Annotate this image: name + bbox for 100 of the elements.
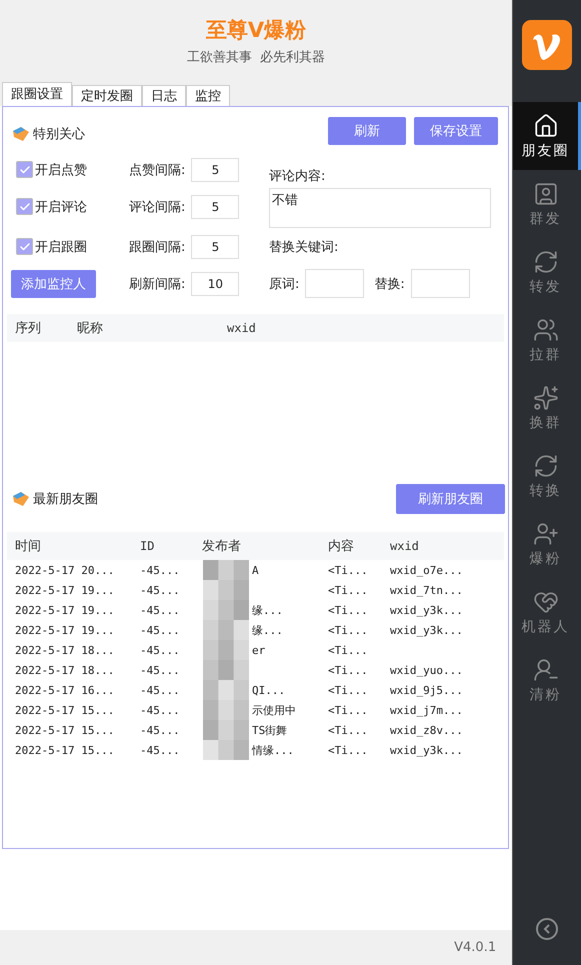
refresh-icon	[532, 452, 559, 478]
table-cell-text: <Ti...	[328, 604, 369, 616]
checkbox-label: 开启点赞	[35, 162, 87, 178]
interval-field[interactable]: 5	[191, 234, 240, 258]
user-minus-icon	[532, 656, 559, 682]
column-header: 内容	[328, 538, 355, 555]
table-cell-text: wxid_yuo...	[390, 664, 464, 676]
table-cell-text: -45...	[140, 564, 181, 576]
table-cell-text: 2022-5-17 18...	[15, 644, 116, 656]
table-cell-text: <Ti...	[328, 644, 369, 656]
nav-item[interactable]: 清粉	[513, 646, 581, 714]
comment-label: 评论内容:	[269, 168, 326, 185]
home-icon	[532, 112, 559, 138]
check-icon	[18, 240, 30, 252]
table-cell-text: 缘...	[251, 602, 284, 618]
comment-field[interactable]: 不错	[269, 188, 491, 228]
table-cell-text: <Ti...	[328, 564, 369, 576]
original-word-field[interactable]	[305, 269, 364, 298]
refresh-moments-button[interactable]: 刷新朋友圈	[396, 484, 506, 514]
nav-item[interactable]: 爆粉	[513, 510, 581, 578]
tab[interactable]: 跟圈设置	[2, 82, 72, 106]
app-logo	[522, 20, 572, 70]
column-header: ID	[140, 539, 156, 553]
table-cell-text: 2022-5-17 18...	[15, 664, 116, 676]
checkbox[interactable]	[16, 198, 33, 215]
refresh-icon	[532, 248, 559, 274]
interval-field[interactable]: 5	[191, 158, 240, 182]
replace-word-field[interactable]	[410, 269, 470, 298]
user-card-icon	[532, 180, 559, 206]
table-cell-text: <Ti...	[328, 704, 369, 716]
checkbox-label: 开启评论	[35, 198, 87, 216]
table-cell-text: QI...	[251, 684, 286, 696]
column-header: 发布者	[202, 538, 242, 555]
interval-field[interactable]: 5	[191, 194, 240, 218]
table-cell-text: -45...	[140, 744, 181, 756]
nav-item[interactable]: 朋友圈	[513, 102, 581, 170]
checkbox[interactable]	[16, 161, 33, 178]
interval-label: 刷新间隔:	[129, 276, 186, 292]
table-cell-text: -45...	[140, 724, 181, 736]
table-cell-text: wxid_y3k...	[390, 604, 464, 616]
nav-item[interactable]: 转发	[513, 238, 581, 306]
nav-item[interactable]: 群发	[513, 170, 581, 238]
app-title: 至尊V爆粉	[206, 17, 306, 44]
table-cell-text: er	[251, 644, 266, 656]
interval-label: 跟圈间隔:	[129, 238, 186, 256]
checkbox[interactable]	[16, 238, 33, 255]
user-plus-icon	[532, 520, 559, 546]
table-cell-text: 2022-5-17 20...	[15, 564, 116, 576]
collapse-icon[interactable]	[535, 917, 560, 941]
column-header: 昵称	[77, 320, 104, 337]
table-cell-text: <Ti...	[328, 744, 369, 756]
table-cell-text: wxid_z8v...	[390, 724, 464, 736]
original-word-label: 原词:	[269, 276, 300, 292]
version-label: V4.0.1	[454, 940, 496, 955]
replace-label: 替换关键词:	[269, 238, 338, 256]
interval-label: 评论间隔:	[129, 198, 186, 216]
table-cell-text: 缘...	[251, 622, 284, 638]
table-cell-text: wxid_j7m...	[390, 704, 464, 716]
column-header: 序列	[15, 320, 42, 337]
tab[interactable]: 定时发圈	[72, 85, 142, 106]
column-header: wxid	[227, 321, 257, 335]
column-header: 时间	[15, 538, 42, 555]
table-cell-text: A	[251, 564, 260, 576]
sparkle-icon	[532, 384, 559, 410]
column-header: wxid	[390, 539, 420, 553]
table-cell-text: -45...	[140, 664, 181, 676]
nav-item[interactable]: 转换	[513, 442, 581, 510]
tab[interactable]: 监控	[186, 85, 230, 106]
table-cell-text: -45...	[140, 684, 181, 696]
nav-item[interactable]: 机器人	[513, 578, 581, 646]
table-cell-text: 2022-5-17 15...	[15, 744, 116, 756]
table-cell-text: 情缘...	[250, 742, 295, 758]
table-cell-text: 示使用中	[251, 702, 297, 718]
table-cell-text: <Ti...	[328, 624, 369, 636]
check-icon	[18, 164, 30, 176]
table-cell-text: 2022-5-17 19...	[15, 624, 116, 636]
table-cell-text: <Ti...	[328, 724, 369, 736]
nav-item[interactable]: 换群	[513, 374, 581, 442]
interval-label: 点赞间隔:	[129, 162, 186, 178]
section-title: 最新朋友圈	[33, 491, 98, 508]
add-monitor-button[interactable]: 添加监控人	[11, 270, 96, 298]
table-cell-text: 2022-5-17 19...	[15, 584, 116, 596]
table-cell-text: <Ti...	[328, 584, 369, 596]
tag-icon	[11, 490, 31, 508]
refresh-button[interactable]: 刷新	[328, 117, 406, 145]
save-button[interactable]: 保存设置	[414, 117, 498, 145]
interval-field[interactable]: 10	[191, 272, 240, 296]
replace-word-label: 替换:	[374, 276, 405, 292]
tag-icon	[11, 125, 31, 143]
tab[interactable]: 日志	[142, 85, 186, 106]
table-cell-text: -45...	[140, 624, 181, 636]
section-title: 特别关心	[33, 126, 85, 143]
table-cell-text: -45...	[140, 644, 181, 656]
slogan: 工欲善其事 必先利其器	[186, 49, 326, 66]
table-cell-text: <Ti...	[328, 664, 369, 676]
table-cell-text: -45...	[140, 704, 181, 716]
checkbox-label: 开启跟圈	[35, 238, 87, 256]
table-cell-text: 2022-5-17 15...	[15, 704, 116, 716]
table-cell-text: -45...	[140, 584, 181, 596]
nav-item[interactable]: 拉群	[513, 306, 581, 374]
